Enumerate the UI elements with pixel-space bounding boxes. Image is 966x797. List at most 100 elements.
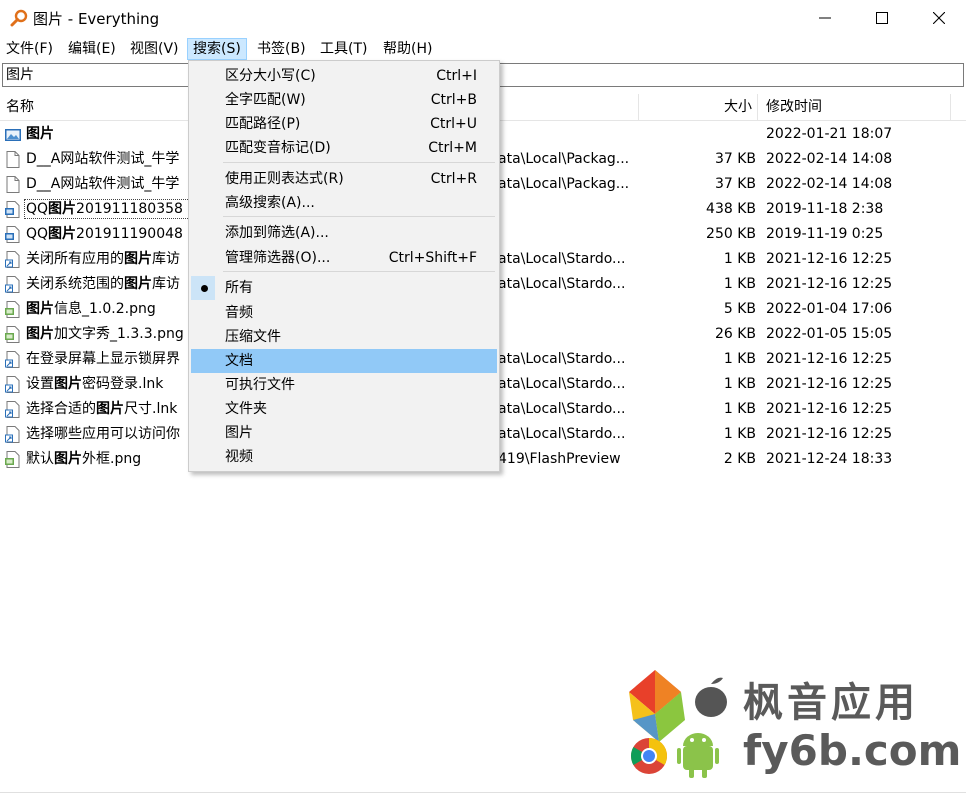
- watermark-logo-icon: [629, 670, 727, 778]
- search-menu-item[interactable]: 添加到筛选(A)...: [191, 221, 497, 245]
- picture-folder-icon: [5, 129, 21, 141]
- shortcut-icon: [5, 426, 20, 443]
- search-menu-item-label: 添加到筛选(A)...: [225, 225, 329, 241]
- search-menu-item-label: 音频: [225, 305, 253, 321]
- file-path: ata\Local\Stardo...: [498, 426, 626, 442]
- minimize-button[interactable]: [796, 0, 854, 36]
- file-name: QQ图片201911180358: [26, 197, 191, 222]
- search-menu-item[interactable]: 所有: [191, 276, 497, 300]
- file-name: 选择哪些应用可以访问你: [26, 422, 191, 447]
- watermark-text: 枫音应用: [743, 680, 919, 726]
- file-name-match: 图片: [124, 276, 152, 292]
- search-menu-item-label: 管理筛选器(O)...: [225, 250, 331, 266]
- menu-file[interactable]: 文件(F): [1, 38, 58, 60]
- search-menu-item-shortcut: Ctrl+U: [430, 116, 477, 132]
- file-size: 1 KB: [723, 351, 756, 367]
- file-name-prefix: 关闭系统范围的: [26, 276, 124, 292]
- minimize-icon: [819, 17, 831, 19]
- search-menu-item[interactable]: 文件夹: [191, 397, 497, 421]
- file-modified-date: 2021-12-16 12:25: [766, 401, 893, 417]
- file-modified-date: 2022-01-05 15:05: [766, 326, 893, 342]
- check-gutter: [191, 276, 215, 300]
- search-menu-item[interactable]: 高级搜索(A)...: [191, 191, 497, 215]
- search-menu-item-label: 视频: [225, 449, 253, 465]
- search-menu-item[interactable]: 音频: [191, 301, 497, 325]
- menu-edit[interactable]: 编辑(E): [63, 38, 121, 60]
- file-modified-date: 2021-12-16 12:25: [766, 276, 893, 292]
- file-size: 1 KB: [723, 276, 756, 292]
- file-modified-date: 2019-11-19 0:25: [766, 226, 884, 242]
- column-divider[interactable]: [757, 94, 758, 120]
- column-size-header[interactable]: 大小: [640, 94, 752, 120]
- shortcut-icon: [5, 401, 20, 418]
- file-name-suffix: 密码登录.lnk: [82, 376, 164, 392]
- file-name: 在登录屏幕上显示锁屏界: [26, 347, 191, 372]
- watermark-url: fy6b.com: [743, 726, 962, 775]
- document-icon: [6, 151, 20, 168]
- search-menu-item-label: 文件夹: [225, 401, 267, 417]
- file-path: [498, 222, 638, 247]
- file-name-prefix: QQ: [26, 201, 49, 217]
- file-size: 37 KB: [714, 151, 756, 167]
- maximize-button[interactable]: [853, 0, 911, 36]
- file-size: 438 KB: [706, 201, 756, 217]
- file-name: 图片信息_1.0.2.png: [26, 297, 191, 322]
- menu-separator: [223, 271, 495, 272]
- search-menu-item-label: 匹配变音标记(D): [225, 140, 331, 156]
- file-name: 设置图片密码登录.lnk: [26, 372, 191, 397]
- title-bar: 图片 - Everything: [0, 0, 966, 36]
- menu-separator: [223, 216, 495, 217]
- file-name-match: 图片: [48, 226, 77, 242]
- search-menu-item-label: 全字匹配(W): [225, 92, 306, 108]
- search-menu-item[interactable]: 压缩文件: [191, 325, 497, 349]
- search-menu-item-shortcut: Ctrl+B: [430, 92, 477, 108]
- search-menu-item[interactable]: 视频: [191, 445, 497, 469]
- search-menu-item[interactable]: 管理筛选器(O)... Ctrl+Shift+F: [191, 246, 497, 270]
- search-menu-item[interactable]: 使用正则表达式(R) Ctrl+R: [191, 167, 497, 191]
- column-divider[interactable]: [638, 94, 639, 120]
- file-path: ata\Local\Stardo...: [498, 351, 626, 367]
- menu-search[interactable]: 搜索(S): [187, 38, 247, 60]
- menu-separator: [223, 162, 495, 163]
- menu-view[interactable]: 视图(V): [125, 38, 184, 60]
- file-modified-date: 2022-02-14 14:08: [766, 176, 893, 192]
- file-name: D__A网站软件测试_牛学: [26, 172, 191, 197]
- column-divider[interactable]: [950, 94, 951, 120]
- window-title: 图片 - Everything: [33, 10, 160, 28]
- document-icon: [6, 176, 20, 193]
- search-menu-item[interactable]: 匹配变音标记(D) Ctrl+M: [191, 136, 497, 160]
- search-menu-dropdown: 区分大小写(C) Ctrl+I 全字匹配(W) Ctrl+B 匹配路径(P) Ctrl+U…: [188, 60, 500, 472]
- file-name: 图片加文字秀_1.3.3.png: [26, 322, 191, 347]
- search-menu-item[interactable]: 图片: [191, 421, 497, 445]
- search-menu-item-shortcut: Ctrl+M: [428, 140, 477, 156]
- file-size: 250 KB: [706, 226, 756, 242]
- search-menu-item[interactable]: 全字匹配(W) Ctrl+B: [191, 88, 497, 112]
- menu-tools[interactable]: 工具(T): [315, 38, 372, 60]
- search-menu-item[interactable]: 可执行文件: [191, 373, 497, 397]
- file-name: 图片: [26, 122, 191, 147]
- menu-help[interactable]: 帮助(H): [378, 38, 437, 60]
- file-path: [498, 322, 638, 347]
- column-modified-header[interactable]: 修改时间: [766, 94, 822, 120]
- file-name-match: 图片: [54, 451, 82, 467]
- shortcut-icon: [5, 251, 20, 268]
- menu-bookmarks[interactable]: 书签(B): [252, 38, 311, 60]
- file-size: 2 KB: [723, 451, 756, 467]
- column-name-header[interactable]: 名称: [6, 94, 34, 120]
- file-path: ata\Local\Stardo...: [498, 376, 626, 392]
- file-name-suffix: 库访: [152, 276, 180, 292]
- file-name: 关闭所有应用的图片库访: [26, 247, 191, 272]
- maximize-icon: [876, 12, 888, 24]
- image-file-icon: [5, 201, 20, 218]
- close-button[interactable]: [910, 0, 966, 36]
- image-file-icon: [5, 226, 20, 243]
- file-name: 选择合适的图片尺寸.lnk: [26, 397, 191, 422]
- file-name-suffix: 尺寸.lnk: [124, 401, 178, 417]
- file-name-prefix: QQ: [26, 226, 49, 242]
- shortcut-icon: [5, 376, 20, 393]
- file-name-suffix: 加文字秀_1.3.3.png: [54, 326, 184, 342]
- search-menu-item[interactable]: 文档: [191, 349, 497, 373]
- search-menu-item[interactable]: 区分大小写(C) Ctrl+I: [191, 64, 497, 88]
- search-menu-item[interactable]: 匹配路径(P) Ctrl+U: [191, 112, 497, 136]
- file-modified-date: 2022-02-14 14:08: [766, 151, 893, 167]
